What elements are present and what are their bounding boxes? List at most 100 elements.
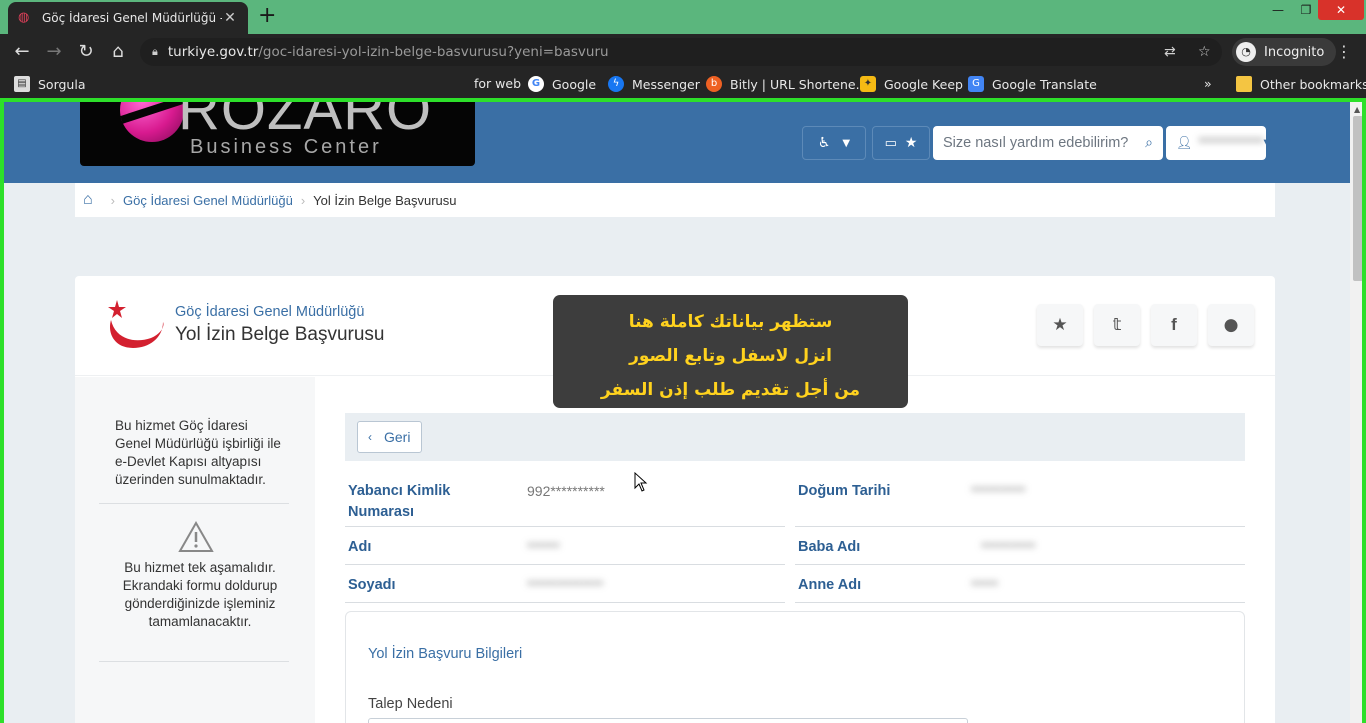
incognito-label: Incognito [1264, 44, 1325, 60]
minimize-icon[interactable]: — [1264, 0, 1292, 20]
sidebar-step-text: Bu hizmet tek aşamalıdır. Ekrandaki form… [122, 560, 278, 629]
chevron-left-icon: ‹ [368, 430, 372, 444]
close-tab-icon[interactable]: ✕ [222, 10, 238, 26]
overlay-line: انزل لاسفل وتابع الصور [629, 346, 832, 366]
menu-kebab-icon[interactable]: ⋮ [1336, 42, 1352, 61]
breadcrumb-current: Yol İzin Belge Başvurusu [313, 192, 457, 208]
bookmark-google-keep[interactable]: ✦ Google Keep [860, 76, 963, 92]
url-host: turkiye.gov.tr [167, 44, 259, 60]
overlay-line: من أجل تقديم طلب إذن السفر [600, 380, 861, 400]
sidebar-info-text: Bu hizmet Göç İdaresi Genel Müdürlüğü iş… [115, 418, 281, 487]
page-frame: ♿︎ ▼ ▭ ★ ⌕ 👤︎ ********** ▼ ROZARO Busine… [0, 98, 1366, 723]
favorites-button[interactable]: ▭ ★ [872, 126, 930, 160]
bookmark-google-translate[interactable]: G Google Translate [968, 76, 1097, 92]
reload-icon[interactable]: ↻ [74, 40, 98, 64]
scroll-up-icon[interactable]: ▲ [1354, 105, 1360, 114]
bookmark-google[interactable]: G Google [528, 76, 596, 92]
translate-icon[interactable]: ⇄ [1164, 44, 1176, 60]
bookmark-bitly[interactable]: b Bitly | URL Shortene... [706, 76, 868, 92]
field-value: ***** [971, 577, 999, 593]
keep-icon: ✦ [860, 76, 876, 92]
field-label: Soyadı [348, 577, 396, 593]
translate-app-icon: G [968, 76, 984, 92]
page-viewport: ♿︎ ▼ ▭ ★ ⌕ 👤︎ ********** ▼ ROZARO Busine… [4, 102, 1350, 723]
home-icon[interactable]: ⌂ [106, 40, 130, 64]
sidebar-divider [99, 661, 289, 662]
browser-toolbar: ← → ↻ ⌂ 🔒︎ turkiye.gov.tr/goc-idaresi-yo… [0, 34, 1366, 70]
accessibility-icon: ♿︎ [817, 135, 831, 151]
new-tab-icon[interactable]: + [258, 4, 276, 28]
breadcrumb-org-link[interactable]: Göç İdaresi Genel Müdürlüğü [123, 193, 293, 208]
service-org: Göç İdaresi Genel Müdürlüğü [175, 304, 365, 320]
back-button[interactable]: ‹ Geri [357, 421, 422, 453]
page-scrollbar[interactable]: ▲ [1350, 102, 1362, 723]
bookmark-sorgula[interactable]: ▤ Sorgula [14, 76, 86, 92]
crescent-star-emblem-icon [108, 300, 164, 348]
incognito-icon: ◔ [1236, 42, 1256, 62]
application-form-panel: Yol İzin Başvuru Bilgileri Talep Nedeni [345, 611, 1245, 723]
service-sidebar: Bu hizmet Göç İdaresi Genel Müdürlüğü iş… [75, 377, 315, 723]
tab-title: Göç İdaresi Genel Müdürlüğü - Y [42, 11, 222, 25]
window-close-icon[interactable]: ✕ [1318, 0, 1364, 20]
field-label: Baba Adı [798, 539, 861, 555]
favorite-button[interactable]: ★ [1037, 304, 1083, 346]
twitter-share-button[interactable]: 𝕥 [1094, 304, 1140, 346]
scrollbar-thumb[interactable] [1353, 116, 1362, 281]
back-label: Geri [384, 429, 411, 445]
forward-arrow-icon[interactable]: → [42, 40, 66, 64]
browser-titlebar: ◍ Göç İdaresi Genel Müdürlüğü - Y ✕ + — … [0, 0, 1366, 34]
messenger-icon: ϟ [608, 76, 624, 92]
other-bookmarks[interactable]: Other bookmarks [1236, 76, 1366, 92]
field-value: 992********** [527, 483, 605, 499]
incognito-badge[interactable]: ◔ Incognito [1232, 38, 1337, 66]
search-icon[interactable]: ⌕ [1145, 135, 1153, 151]
home-icon[interactable]: ⌂ [83, 191, 93, 209]
instruction-overlay: ستظهر بياناتك كاملة هنا انزل لاسفل وتابع… [553, 295, 908, 408]
address-bar[interactable]: 🔒︎ turkiye.gov.tr/goc-idaresi-yol-izin-b… [140, 38, 1222, 66]
bookmark-star-icon[interactable]: ☆ [1198, 44, 1211, 60]
folder-icon [1236, 76, 1252, 92]
rozaro-logo: ROZARO Business Center [80, 102, 475, 166]
field-row-dogum: Doğum Tarihi ********** [795, 475, 1245, 527]
sidebar-divider [99, 503, 289, 504]
chevron-down-icon: ▼ [1263, 137, 1272, 149]
restore-icon[interactable]: ❐ [1292, 0, 1320, 20]
field-label: Yabancı Kimlik Numarası [348, 483, 451, 520]
chevron-down-icon: ▼ [842, 137, 851, 149]
back-arrow-icon[interactable]: ← [10, 40, 34, 64]
talep-nedeni-select[interactable] [368, 718, 968, 723]
field-value: ************** [527, 577, 604, 593]
google-icon: G [528, 76, 544, 92]
user-name: ********** [1198, 135, 1264, 151]
field-value: ********** [981, 539, 1036, 555]
field-row-anne: Anne Adı ***** [795, 565, 1245, 603]
browser-tab[interactable]: ◍ Göç İdaresi Genel Müdürlüğü - Y ✕ [8, 2, 248, 34]
form-title: Yol İzin Başvuru Bilgileri [368, 646, 523, 662]
user-icon: 👤︎ [1176, 135, 1193, 151]
field-value: ********** [971, 483, 1026, 499]
facebook-share-button[interactable]: f [1151, 304, 1197, 346]
site-search[interactable]: ⌕ [933, 126, 1163, 160]
search-input[interactable] [943, 135, 1146, 151]
bookmarks-bar: ▤ Sorgula for web G Google ϟ Messenger b… [0, 70, 1366, 98]
star-icon: ★ [1052, 315, 1068, 335]
field-value: ****** [527, 539, 560, 555]
field-label: Adı [348, 539, 372, 555]
bookmark-messenger[interactable]: ϟ Messenger [608, 76, 700, 92]
field-row-soyadi: Soyadı ************** [345, 565, 785, 603]
twitter-icon: 𝕥 [1112, 315, 1122, 335]
service-title: Yol İzin Belge Başvurusu [175, 324, 385, 345]
user-menu-button[interactable]: 👤︎ ********** ▼ [1166, 126, 1271, 160]
lock-icon: 🔒︎ [152, 45, 158, 58]
field-row-kimlik: Yabancı Kimlik Numarası 992********** [345, 475, 785, 527]
overlay-line: ستظهر بياناتك كاملة هنا [628, 312, 833, 332]
accessibility-button[interactable]: ♿︎ ▼ [802, 126, 866, 160]
logo-globe-icon [120, 102, 184, 142]
logo-subtitle: Business Center [190, 136, 382, 158]
bookmark-web[interactable]: for web [474, 76, 521, 91]
more-bookmarks-icon[interactable]: » [1204, 76, 1212, 91]
page-icon: ▤ [14, 76, 30, 92]
field-row-baba: Baba Adı ********** [795, 527, 1245, 565]
feedback-button[interactable]: ● [1208, 304, 1254, 346]
breadcrumb-separator: › [300, 192, 306, 208]
